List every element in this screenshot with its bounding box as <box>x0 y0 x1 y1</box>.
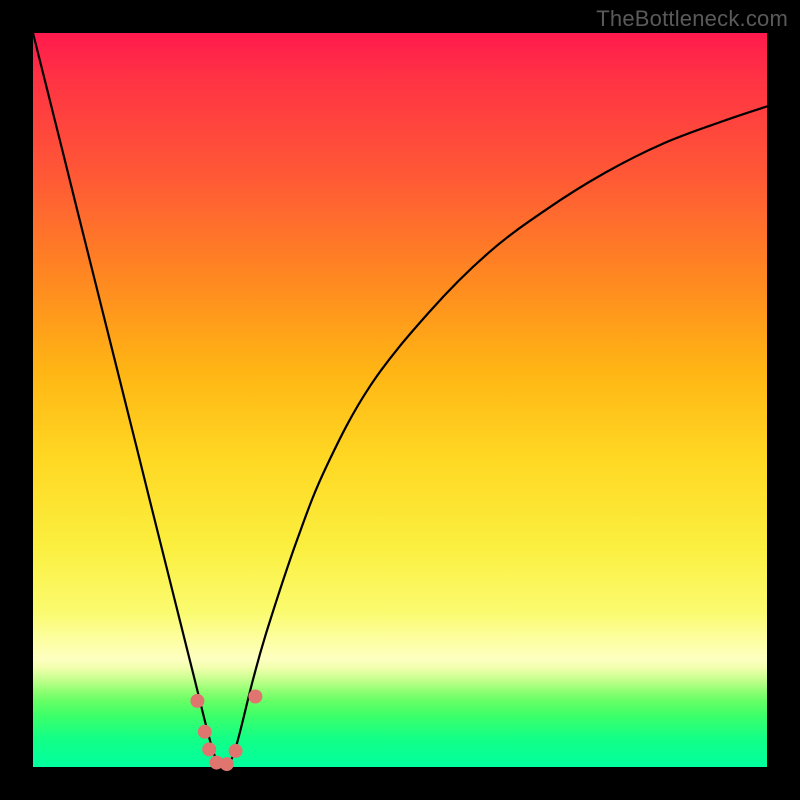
highlight-dots <box>190 690 262 772</box>
watermark-text: TheBottleneck.com <box>596 6 788 32</box>
chart-frame: TheBottleneck.com <box>0 0 800 800</box>
highlight-dot <box>198 725 212 739</box>
highlight-dot <box>220 757 234 771</box>
highlight-dot <box>190 694 204 708</box>
highlight-dot <box>202 742 216 756</box>
curve-layer <box>33 33 767 767</box>
bottleneck-curve <box>33 33 767 767</box>
highlight-dot <box>229 744 243 758</box>
highlight-dot <box>248 690 262 704</box>
plot-area <box>33 33 767 767</box>
